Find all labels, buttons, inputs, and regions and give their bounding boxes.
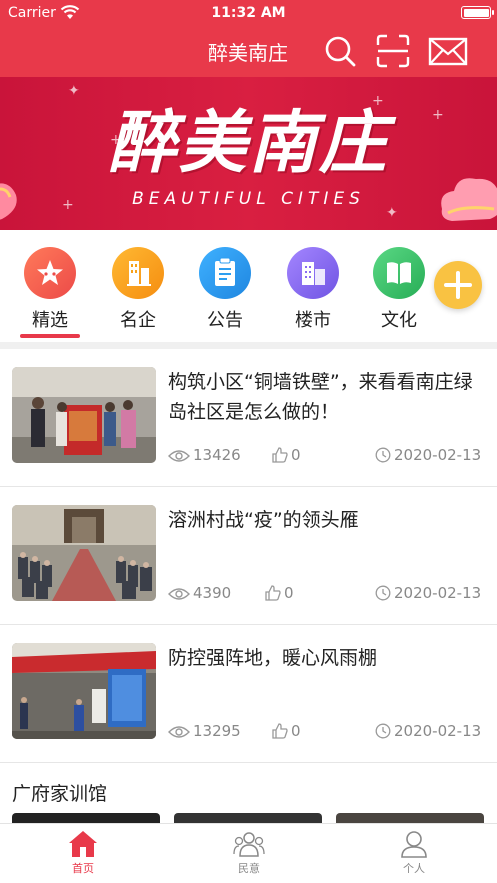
category-label: 精选 xyxy=(32,310,68,331)
news-thumbnail xyxy=(12,505,156,601)
clock-icon xyxy=(375,447,391,463)
news-thumbnail xyxy=(12,367,156,463)
clock-icon xyxy=(375,585,391,601)
category-label: 文化 xyxy=(381,310,417,331)
thumbs-up-icon xyxy=(272,723,288,739)
page-title: 醉美南庄 xyxy=(208,41,288,65)
section-divider xyxy=(0,342,497,349)
banner-title: 醉美南庄 xyxy=(108,103,389,183)
thumbs-up-icon xyxy=(272,447,288,463)
book-icon xyxy=(373,247,425,299)
eye-icon xyxy=(168,450,190,462)
like-count[interactable]: 0 xyxy=(265,584,294,602)
tab-profile[interactable]: 个人 xyxy=(374,830,454,876)
battery-icon xyxy=(461,6,494,19)
news-title: 防控强阵地，暖心风雨棚 xyxy=(168,647,378,669)
category-featured[interactable]: 精选 xyxy=(10,247,90,332)
publish-date: 2020-02-13 xyxy=(375,584,481,602)
clipboard-icon xyxy=(199,247,251,299)
category-label: 公告 xyxy=(207,310,243,331)
category-notices[interactable]: 公告 xyxy=(185,247,265,332)
view-count: 13426 xyxy=(168,446,241,464)
news-meta: 13295 0 2020-02-13 xyxy=(168,722,484,744)
people-icon xyxy=(233,832,265,857)
active-tab-indicator xyxy=(20,334,80,338)
category-property[interactable]: 楼市 xyxy=(273,247,353,332)
banner-subtitle: BEAUTIFUL CITIES xyxy=(132,189,365,209)
tab-label: 首页 xyxy=(72,862,94,875)
news-title: 溶洲村战“疫”的领头雁 xyxy=(168,509,359,531)
view-count: 4390 xyxy=(168,584,231,602)
category-label: 楼市 xyxy=(295,310,331,331)
news-title: 构筑小区“铜墙铁壁”，来看看南庄绿岛社区是怎么做的！ xyxy=(168,371,473,423)
bottom-tab-bar: 首页 民意 个人 xyxy=(0,823,497,883)
news-item[interactable]: 溶洲村战“疫”的领头雁 4390 0 2020-02-13 xyxy=(0,487,497,625)
section-title: 广府家训馆 xyxy=(12,783,108,805)
status-bar: Carrier 11:32 AM xyxy=(0,0,497,26)
category-label: 名企 xyxy=(120,310,156,331)
news-thumbnail xyxy=(12,643,156,739)
like-count[interactable]: 0 xyxy=(272,722,301,740)
like-count[interactable]: 0 xyxy=(272,446,301,464)
news-meta: 13426 0 2020-02-13 xyxy=(168,446,484,468)
tab-label: 民意 xyxy=(238,862,260,875)
view-count: 13295 xyxy=(168,722,241,740)
tab-home[interactable]: 首页 xyxy=(43,830,123,876)
thumbs-up-icon xyxy=(265,585,281,601)
mail-icon[interactable] xyxy=(428,34,468,68)
clock-icon xyxy=(375,723,391,739)
news-meta: 4390 0 2020-02-13 xyxy=(168,584,484,606)
hero-banner[interactable]: ✦ + + + + ✦ 醉美南庄 BEAUTIFUL CITIES xyxy=(0,77,497,230)
app-header: Carrier 11:32 AM 醉美南庄 xyxy=(0,0,497,77)
eye-icon xyxy=(168,726,190,738)
news-item[interactable]: 防控强阵地，暖心风雨棚 13295 0 2020-02-13 xyxy=(0,625,497,763)
star-icon xyxy=(24,247,76,299)
publish-date: 2020-02-13 xyxy=(375,722,481,740)
category-strip: 精选 名企 公告 楼市 文化 xyxy=(0,230,497,342)
category-culture[interactable]: 文化 xyxy=(359,247,439,332)
publish-date: 2020-02-13 xyxy=(375,446,481,464)
tab-label: 个人 xyxy=(403,862,425,875)
clock: 11:32 AM xyxy=(211,5,286,21)
search-icon[interactable] xyxy=(322,34,358,68)
person-icon xyxy=(401,831,427,858)
building-icon xyxy=(112,247,164,299)
scan-icon[interactable] xyxy=(375,34,411,68)
eye-icon xyxy=(168,588,190,600)
add-category-button[interactable] xyxy=(434,261,482,309)
home-icon xyxy=(69,831,97,857)
city-icon xyxy=(287,247,339,299)
category-companies[interactable]: 名企 xyxy=(98,247,178,332)
news-item[interactable]: 构筑小区“铜墙铁壁”，来看看南庄绿岛社区是怎么做的！ 13426 0 2020-… xyxy=(0,349,497,487)
tab-opinion[interactable]: 民意 xyxy=(209,830,289,876)
